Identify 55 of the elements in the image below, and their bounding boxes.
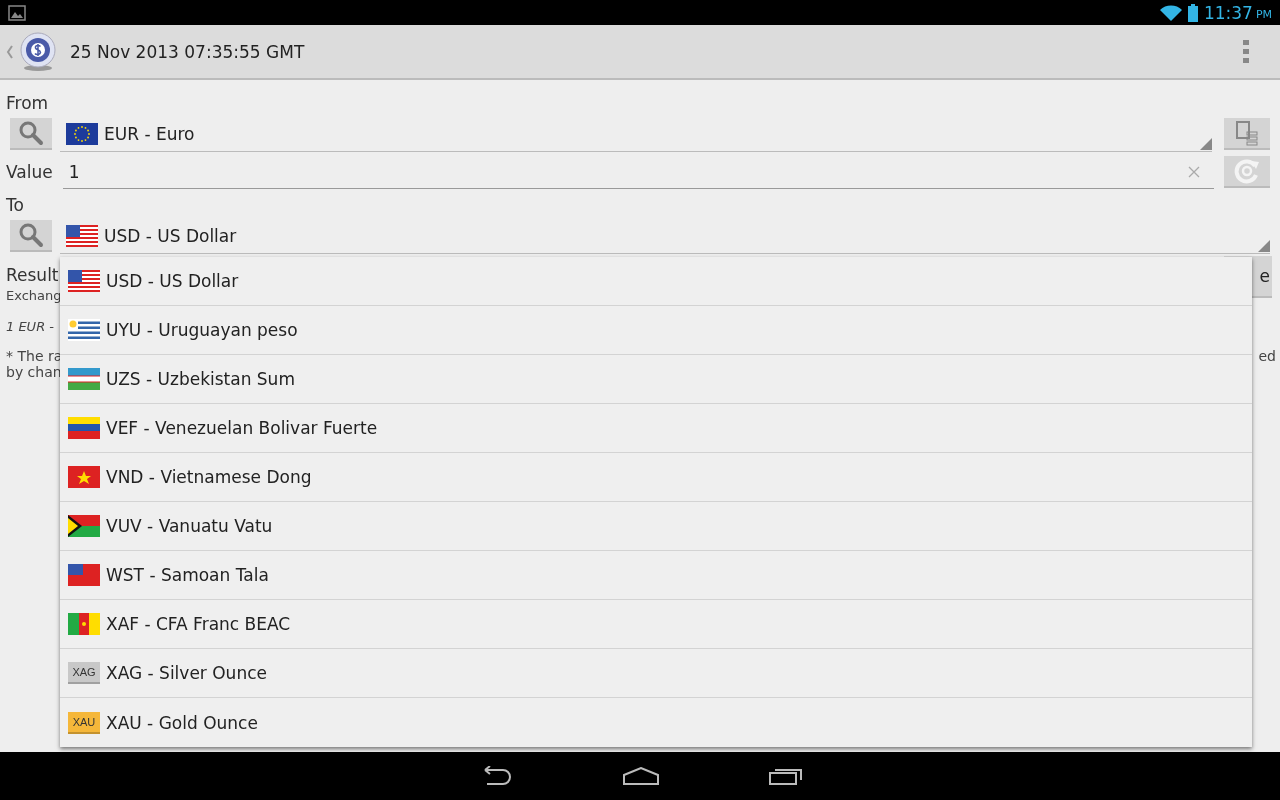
- metal-badge: XAG: [68, 662, 100, 684]
- flag-icon: [68, 368, 100, 390]
- exchange-text: Exchang: [6, 288, 62, 303]
- to-label: To: [6, 194, 25, 217]
- currency-option[interactable]: USD - US Dollar: [60, 257, 1252, 306]
- clear-icon[interactable]: [1188, 165, 1200, 178]
- note-text: ed: [1258, 348, 1276, 366]
- flag-icon: [68, 319, 100, 341]
- flag-icon: [68, 564, 100, 586]
- search-button[interactable]: [10, 118, 52, 150]
- value-input[interactable]: 1: [62, 155, 1214, 189]
- flag-icon: [66, 224, 98, 247]
- to-currency-spinner[interactable]: USD - US Dollar: [60, 218, 1270, 254]
- flag-icon: [68, 466, 100, 488]
- flag-icon: [68, 613, 100, 635]
- battery-icon: [1187, 3, 1198, 22]
- clock-ampm: PM: [1255, 8, 1272, 21]
- flag-icon: [68, 515, 100, 537]
- from-currency-spinner[interactable]: EUR - Euro: [60, 116, 1212, 152]
- currency-option[interactable]: UYU - Uruguayan peso: [60, 306, 1252, 355]
- rate-text: 1 EUR -: [6, 319, 54, 334]
- wifi-icon: [1159, 4, 1182, 21]
- search-icon: [18, 222, 44, 248]
- clock-time: 11:37: [1203, 2, 1253, 23]
- search-icon: [18, 120, 44, 146]
- currency-option[interactable]: VUV - Vanuatu Vatu: [60, 502, 1252, 551]
- app-title: 25 Nov 2013 07:35:55 GMT: [70, 41, 306, 62]
- flag-icon: [68, 417, 100, 439]
- currency-option[interactable]: XAF - CFA Franc BEAC: [60, 600, 1252, 649]
- up-caret-icon[interactable]: [6, 44, 14, 59]
- flag-icon: [66, 122, 98, 145]
- recent-apps-icon[interactable]: [769, 767, 803, 785]
- dropdown-arrow-icon: [1258, 239, 1270, 252]
- dollar-coin-icon[interactable]: [18, 31, 58, 72]
- result-label: Result: [6, 264, 60, 287]
- clipboard-list-button[interactable]: [1224, 118, 1270, 150]
- clipboard-list-icon: [1235, 120, 1259, 146]
- currency-option[interactable]: UZS - Uzbekistan Sum: [60, 355, 1252, 404]
- currency-option[interactable]: XAG XAG - Silver Ounce: [60, 649, 1252, 698]
- currency-option[interactable]: VND - Vietnamese Dong: [60, 453, 1252, 502]
- from-label: From: [6, 92, 50, 115]
- currency-option[interactable]: WST - Samoan Tala: [60, 551, 1252, 600]
- note-text: by chan: [6, 364, 63, 380]
- gallery-notification-icon: [8, 4, 26, 21]
- dropdown-arrow-icon: [1200, 137, 1212, 150]
- flag-icon: [68, 270, 100, 292]
- search-button[interactable]: [10, 220, 52, 252]
- overflow-menu-icon[interactable]: [1242, 39, 1250, 64]
- currency-option[interactable]: VEF - Venezuelan Bolivar Fuerte: [60, 404, 1252, 453]
- refresh-button[interactable]: [1224, 156, 1270, 188]
- refresh-icon: [1234, 158, 1260, 184]
- metal-badge: XAU: [68, 711, 100, 734]
- currency-option[interactable]: XAU XAU - Gold Ounce: [60, 698, 1252, 747]
- home-icon[interactable]: [623, 767, 659, 785]
- value-label: Value: [6, 161, 53, 184]
